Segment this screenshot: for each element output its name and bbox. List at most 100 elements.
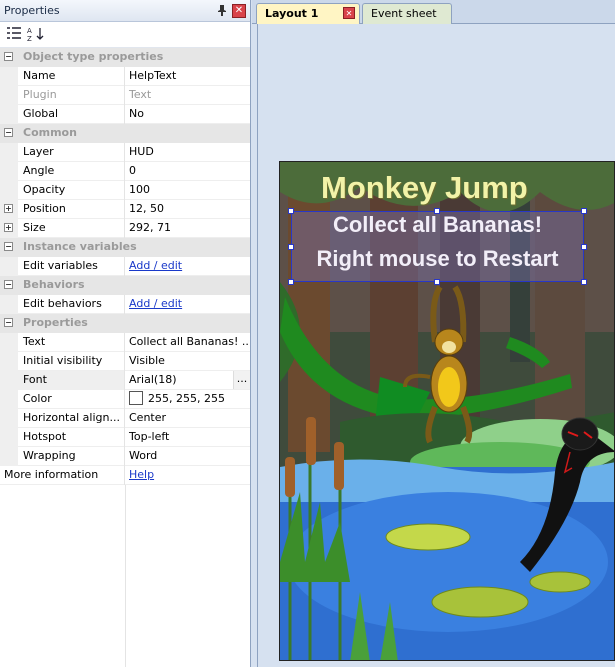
resize-handle-top-right[interactable] (581, 208, 587, 214)
font-picker-button[interactable]: ... (233, 371, 250, 389)
category-label: Behaviors (23, 278, 85, 291)
property-name: Initial visibility (18, 352, 125, 371)
collapse-icon[interactable]: − (4, 52, 13, 61)
row-gutter (0, 295, 18, 314)
property-value[interactable]: Help (125, 466, 250, 485)
property-row[interactable]: Color 255, 255, 255 (0, 390, 250, 409)
property-value[interactable]: 292, 71 (125, 219, 250, 238)
property-value-text: HelpText (129, 69, 177, 82)
expand-icon[interactable]: + (4, 223, 13, 232)
collapse-icon[interactable]: − (4, 128, 13, 137)
property-name: Horizontal align... (18, 409, 125, 428)
property-name: More information (0, 466, 125, 485)
row-gutter (0, 428, 18, 447)
property-value[interactable]: 0 (125, 162, 250, 181)
property-value[interactable]: Word (125, 447, 250, 466)
row-gutter (0, 105, 18, 124)
property-row[interactable]: Plugin Text (0, 86, 250, 105)
row-gutter: − (0, 238, 18, 257)
collapse-icon[interactable]: − (4, 318, 13, 327)
property-row[interactable]: Wrapping Word (0, 447, 250, 466)
tab-layout-1[interactable]: Layout 1 ✕ (256, 3, 360, 24)
resize-handle-bottom-left[interactable] (288, 279, 294, 285)
property-value-text: Text (129, 88, 152, 101)
pin-icon[interactable] (216, 4, 228, 18)
property-value[interactable]: HelpText (125, 67, 250, 86)
property-name: Opacity (18, 181, 125, 200)
categorized-view-icon[interactable] (5, 26, 23, 44)
help-text-line-2[interactable]: Right mouse to Restart (291, 246, 584, 272)
property-value[interactable]: Add / edit (125, 295, 250, 314)
property-row[interactable]: Edit variables Add / edit (0, 257, 250, 276)
color-swatch[interactable] (129, 391, 143, 405)
category-label: Object type properties (23, 50, 164, 63)
property-name: Color (18, 390, 125, 409)
row-gutter: + (0, 219, 18, 238)
close-tab-icon[interactable]: ✕ (343, 7, 355, 19)
property-value-text: 0 (129, 164, 136, 177)
property-row[interactable]: + Position 12, 50 (0, 200, 250, 219)
tab-event-sheet-1[interactable]: Event sheet 1 (362, 3, 452, 39)
property-name: Angle (18, 162, 125, 181)
property-value[interactable]: 100 (125, 181, 250, 200)
property-row[interactable]: Edit behaviors Add / edit (0, 295, 250, 314)
property-row[interactable]: Layer HUD (0, 143, 250, 162)
property-row[interactable]: Hotspot Top-left (0, 428, 250, 447)
collapse-icon[interactable]: − (4, 242, 13, 251)
property-category-row[interactable]: − Behaviors (0, 276, 250, 295)
row-gutter: − (0, 314, 18, 333)
property-row[interactable]: + Size 292, 71 (0, 219, 250, 238)
close-panel-button[interactable]: ✕ (232, 4, 246, 18)
property-grid-empty-area (0, 485, 250, 667)
property-category-row[interactable]: − Properties (0, 314, 250, 333)
property-value[interactable]: 255, 255, 255 (125, 390, 250, 409)
property-row[interactable]: Font Arial(18)... (0, 371, 250, 390)
property-row[interactable]: Global No (0, 105, 250, 124)
property-row[interactable]: Angle 0 (0, 162, 250, 181)
resize-handle-left[interactable] (288, 244, 294, 250)
help-text-line-1[interactable]: Collect all Bananas! (291, 212, 584, 238)
property-link[interactable]: Add / edit (129, 259, 182, 272)
property-row[interactable]: Name HelpText (0, 67, 250, 86)
property-row[interactable]: Initial visibility Visible (0, 352, 250, 371)
game-title-text[interactable]: Monkey Jump (321, 170, 528, 206)
property-category-row[interactable]: − Object type properties (0, 48, 250, 67)
resize-handle-bottom[interactable] (434, 279, 440, 285)
property-value-text: Top-left (129, 430, 170, 443)
category-label: Common (23, 126, 77, 139)
resize-handle-top[interactable] (434, 208, 440, 214)
row-gutter (0, 352, 18, 371)
property-value[interactable]: Top-left (125, 428, 250, 447)
property-link[interactable]: Help (129, 468, 154, 481)
svg-text:Z: Z (27, 35, 32, 42)
row-gutter (0, 86, 18, 105)
row-gutter: + (0, 200, 18, 219)
property-value[interactable]: Text (125, 86, 250, 105)
property-value[interactable]: Arial(18)... (125, 371, 250, 390)
property-value-text: 100 (129, 183, 150, 196)
alphabetical-sort-icon[interactable]: AZ (27, 26, 45, 44)
property-value[interactable]: Center (125, 409, 250, 428)
property-value[interactable]: Add / edit (125, 257, 250, 276)
property-link[interactable]: Add / edit (129, 297, 182, 310)
row-gutter (0, 409, 18, 428)
property-value[interactable]: 12, 50 (125, 200, 250, 219)
property-row[interactable]: More information Help (0, 466, 250, 485)
property-value[interactable]: HUD (125, 143, 250, 162)
property-value[interactable]: No (125, 105, 250, 124)
collapse-icon[interactable]: − (4, 280, 13, 289)
property-row[interactable]: Text Collect all Bananas! ... (0, 333, 250, 352)
property-value[interactable]: Visible (125, 352, 250, 371)
resize-handle-top-left[interactable] (288, 208, 294, 214)
property-category-row[interactable]: − Instance variables (0, 238, 250, 257)
property-row[interactable]: Opacity 100 (0, 181, 250, 200)
resize-handle-right[interactable] (581, 244, 587, 250)
expand-icon[interactable]: + (4, 204, 13, 213)
category-label: Instance variables (23, 240, 137, 253)
property-name: Font (18, 371, 125, 390)
property-value[interactable]: Collect all Bananas! ... (125, 333, 250, 352)
property-category-row[interactable]: − Common (0, 124, 250, 143)
property-row[interactable]: Horizontal align... Center (0, 409, 250, 428)
row-gutter (0, 181, 18, 200)
resize-handle-bottom-right[interactable] (581, 279, 587, 285)
